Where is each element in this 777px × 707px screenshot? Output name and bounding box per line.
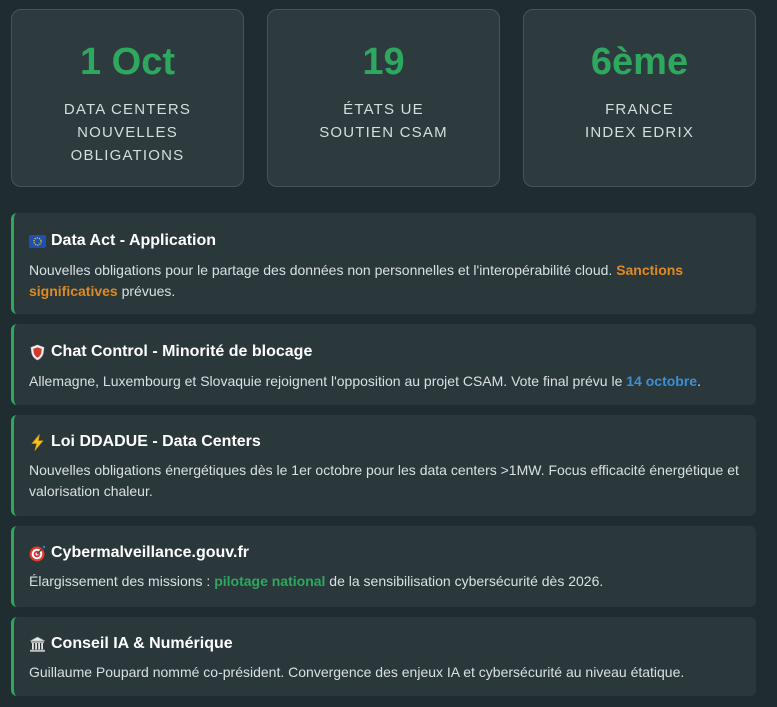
stat-label-line: INDEX EDRIX (584, 124, 695, 141)
news-text: Nouvelles obligations énergétiques dès l… (29, 462, 739, 499)
news-text-part: Allemagne, Luxembourg et Slovaquie rejoi… (29, 373, 627, 389)
news-text-part: . (697, 373, 701, 389)
news-title: Cybermalveillance.gouv.fr (29, 544, 742, 562)
stat-value: 19 (362, 41, 405, 83)
classical-building-icon (29, 636, 46, 653)
news-title: Chat Control - Minorité de blocage (29, 343, 742, 361)
news-title-text: Cybermalveillance.gouv.fr (51, 544, 249, 561)
page: 1 Oct DATA CENTERS NOUVELLES OBLIGATIONS… (0, 0, 777, 707)
stat-label-line: SOUTIEN CSAM (319, 124, 448, 141)
news-text-part: prévues. (117, 283, 176, 299)
news-text: Élargissement des missions : pilotage na… (29, 571, 742, 592)
lightning-icon (29, 433, 46, 451)
news-item-chat-control: Chat Control - Minorité de blocage Allem… (11, 324, 756, 405)
news-item-cybermalveillance: Cybermalveillance.gouv.fr Élargissement … (11, 526, 756, 607)
news-list: Data Act - Application Nouvelles obligat… (11, 213, 756, 696)
news-text: Guillaume Poupard nommé co-président. Co… (29, 664, 685, 680)
news-title: Conseil IA & Numérique (29, 635, 742, 653)
news-highlight: 14 octobre (626, 373, 698, 389)
eu-flag-icon (29, 233, 46, 250)
news-item-ddadue: Loi DDADUE - Data Centers Nouvelles obli… (11, 415, 756, 516)
news-text: Nouvelles obligations pour le partage de… (29, 260, 742, 302)
stat-label-line: DATA CENTERS (63, 101, 192, 118)
news-item-conseil-ia: Conseil IA & Numérique Guillaume Poupard… (11, 617, 756, 696)
stat-value: 6ème (590, 41, 689, 83)
news-text-part: de la sensibilisation cybersécurité dès … (325, 573, 604, 589)
target-icon (29, 545, 46, 562)
stat-label-line: OBLIGATIONS (70, 147, 185, 164)
stat-label-line: NOUVELLES (77, 124, 178, 141)
news-title-text: Loi DDADUE - Data Centers (51, 433, 261, 450)
news-text-part: Nouvelles obligations pour le partage de… (29, 262, 617, 278)
news-title: Loi DDADUE - Data Centers (29, 433, 742, 451)
news-highlight: pilotage national (214, 573, 326, 589)
shield-icon (29, 344, 46, 361)
news-item-data-act: Data Act - Application Nouvelles obligat… (11, 213, 756, 314)
stat-label-line: FRANCE (605, 101, 674, 118)
news-title-text: Data Act - Application (51, 232, 217, 249)
news-text: Allemagne, Luxembourg et Slovaquie rejoi… (29, 371, 742, 392)
stats-row: 1 Oct DATA CENTERS NOUVELLES OBLIGATIONS… (11, 9, 756, 189)
news-title-text: Conseil IA & Numérique (51, 635, 233, 652)
stat-card-etats-ue: 19 ÉTATS UE SOUTIEN CSAM (267, 9, 500, 187)
news-title: Data Act - Application (29, 232, 742, 250)
news-text-part: Élargissement des missions : (29, 573, 215, 589)
stat-value: 1 Oct (79, 41, 176, 83)
stat-label-line: ÉTATS UE (343, 101, 424, 118)
news-title-text: Chat Control - Minorité de blocage (51, 343, 313, 360)
stat-card-data-centers: 1 Oct DATA CENTERS NOUVELLES OBLIGATIONS (11, 9, 244, 187)
stat-card-france: 6ème FRANCE INDEX EDRIX (523, 9, 756, 187)
